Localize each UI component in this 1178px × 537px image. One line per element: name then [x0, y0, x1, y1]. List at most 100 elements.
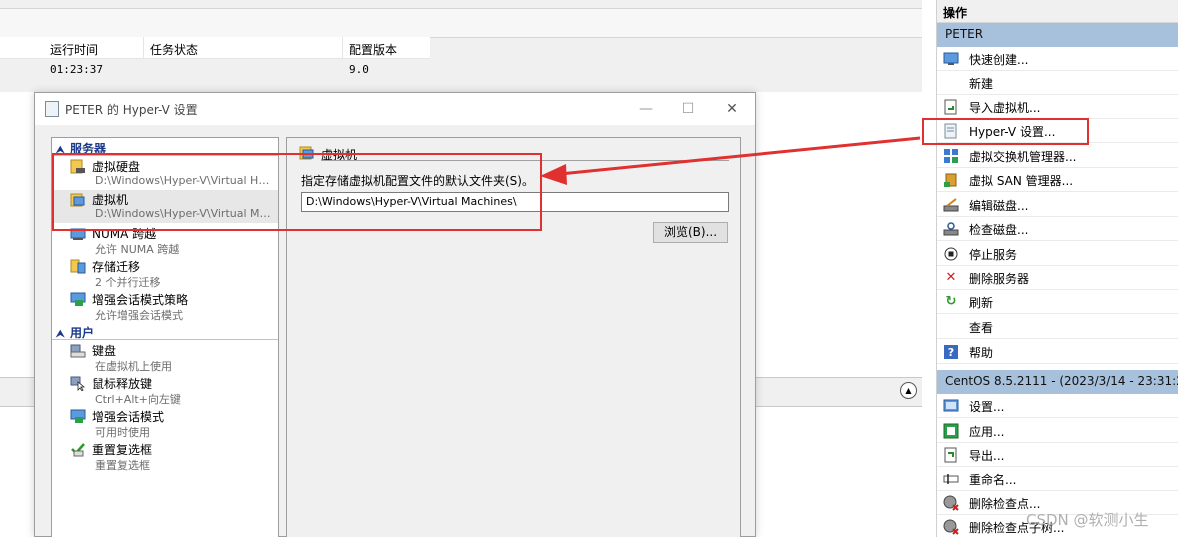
tree-node-keyboard[interactable]: 键盘 在虚拟机上使用: [52, 341, 278, 374]
node-title: 键盘: [92, 344, 117, 358]
maximize-icon[interactable]: ☐: [673, 97, 703, 121]
action-export[interactable]: 导出...: [937, 443, 1178, 467]
column-separator: [143, 37, 144, 59]
new-icon: [943, 75, 959, 91]
svg-text:?: ?: [948, 346, 954, 359]
vm-section-header[interactable]: CentOS 8.5.2111 - (2023/3/14 - 23:31:29): [937, 370, 1178, 394]
virtual-san-icon: [943, 172, 959, 188]
node-subtitle: 重置复选框: [95, 459, 150, 472]
remove-server-icon: ✕: [945, 270, 957, 285]
action-virtual-switch-manager[interactable]: 虚拟交换机管理器...: [937, 144, 1178, 168]
action-label: 应用...: [969, 425, 1005, 439]
tree-node-mouse-release-key[interactable]: 鼠标释放键 Ctrl+Alt+向左键: [52, 374, 278, 407]
virtual-switch-icon: [943, 148, 959, 164]
node-title: 重置复选框: [92, 443, 153, 457]
inspect-disk-icon: [943, 221, 959, 237]
action-label: 导入虚拟机...: [969, 101, 1041, 115]
tree-group-user[interactable]: ⮝ 用户: [52, 324, 278, 340]
minimize-icon[interactable]: —: [631, 97, 661, 121]
action-view[interactable]: 查看: [937, 315, 1178, 339]
column-separator: [342, 37, 343, 59]
action-virtual-san-manager[interactable]: 虚拟 SAN 管理器...: [937, 168, 1178, 192]
settings-window-icon: [45, 101, 59, 117]
node-subtitle: Ctrl+Alt+向左键: [95, 393, 181, 406]
collapse-icon[interactable]: ▲: [900, 382, 917, 399]
enhanced-session-policy-icon: [70, 292, 86, 307]
action-import-vm[interactable]: 导入虚拟机...: [937, 95, 1178, 119]
node-title: 鼠标释放键: [92, 377, 153, 391]
export-icon: [943, 447, 959, 463]
vm-table-header: 运行时间 任务状态 配置版本: [0, 37, 430, 59]
server-section-header[interactable]: PETER: [937, 23, 1178, 47]
view-icon: [943, 319, 959, 335]
dialog-titlebar[interactable]: PETER 的 Hyper-V 设置 — ☐ ✕: [35, 93, 755, 125]
refresh-icon: ↻: [945, 294, 957, 309]
delete-checkpoint-icon: [943, 495, 959, 511]
tree-node-enhanced-session-policy[interactable]: 增强会话模式策略 允许增强会话模式: [52, 290, 278, 323]
tree-node-reset-checkboxes[interactable]: 重置复选框 重置复选框: [52, 440, 278, 473]
action-label: 新建: [969, 77, 994, 91]
action-stop-service[interactable]: 停止服务: [937, 242, 1178, 266]
tree-node-storage-migration[interactable]: 存储迁移 2 个并行迁移: [52, 257, 278, 290]
action-label: 设置...: [969, 400, 1005, 414]
column-uptime[interactable]: 运行时间: [50, 41, 98, 58]
action-label: 编辑磁盘...: [969, 199, 1029, 213]
edit-disk-icon: [943, 197, 959, 213]
node-title: 存储迁移: [92, 260, 141, 274]
node-subtitle: 2 个并行迁移: [95, 276, 161, 289]
node-subtitle: 允许增强会话模式: [95, 309, 183, 322]
group-divider: [52, 339, 278, 340]
action-label: 刷新: [969, 296, 994, 310]
action-help[interactable]: ? 帮助: [937, 340, 1178, 364]
action-rename[interactable]: 重命名...: [937, 467, 1178, 491]
highlight-box-tree: [52, 153, 542, 231]
node-title: 增强会话模式策略: [92, 293, 189, 307]
node-title: 增强会话模式: [92, 410, 165, 424]
action-refresh[interactable]: ↻ 刷新: [937, 290, 1178, 314]
tree-node-enhanced-session[interactable]: 增强会话模式 可用时使用: [52, 407, 278, 440]
dialog-title: PETER 的 Hyper-V 设置: [65, 103, 198, 117]
action-remove-server[interactable]: ✕ 删除服务器: [937, 266, 1178, 290]
column-config-version[interactable]: 配置版本: [349, 41, 397, 58]
vm-table[interactable]: 运行时间 任务状态 配置版本 01:23:37 9.0: [0, 37, 430, 81]
actions-pane: 操作 PETER 快速创建... 新建 导入虚拟机... Hyper-V 设置.…: [936, 0, 1178, 537]
storage-migration-icon: [70, 259, 86, 274]
mouse-release-icon: [70, 376, 86, 391]
action-edit-disk[interactable]: 编辑磁盘...: [937, 193, 1178, 217]
action-label: 检查磁盘...: [969, 223, 1029, 237]
action-apply[interactable]: 应用...: [937, 419, 1178, 443]
watermark: CSDN @软测小生: [1026, 511, 1149, 529]
actions-title: 操作: [937, 0, 1178, 23]
rename-icon: [943, 471, 959, 487]
quick-create-icon: [943, 51, 959, 67]
action-label: 快速创建...: [969, 53, 1029, 67]
column-task-status[interactable]: 任务状态: [150, 41, 198, 58]
browse-button[interactable]: 浏览(B)...: [653, 222, 728, 243]
action-inspect-disk[interactable]: 检查磁盘...: [937, 217, 1178, 241]
action-quick-create[interactable]: 快速创建...: [937, 47, 1178, 71]
highlight-box-hyperv-settings: [922, 118, 1089, 145]
node-subtitle: 可用时使用: [95, 426, 150, 439]
cell-uptime: 01:23:37: [50, 63, 103, 76]
help-icon: ?: [943, 344, 959, 360]
action-label: 帮助: [969, 346, 994, 360]
node-subtitle: 在虚拟机上使用: [95, 360, 172, 373]
action-label: 删除服务器: [969, 272, 1030, 286]
action-label: 导出...: [969, 449, 1005, 463]
reset-checkbox-icon: [70, 442, 86, 457]
action-label: 重命名...: [969, 473, 1017, 487]
cell-config-version: 9.0: [349, 63, 369, 76]
action-new[interactable]: 新建: [937, 71, 1178, 95]
delete-checkpoint-subtree-icon: [943, 519, 959, 535]
table-row[interactable]: 01:23:37 9.0: [0, 59, 430, 81]
action-label: 虚拟交换机管理器...: [969, 150, 1077, 164]
action-vm-settings[interactable]: 设置...: [937, 394, 1178, 418]
group-label: 用户: [70, 326, 95, 340]
action-label: 查看: [969, 321, 994, 335]
apply-icon: [943, 423, 959, 439]
enhanced-session-icon: [70, 409, 86, 424]
action-label: 虚拟 SAN 管理器...: [969, 174, 1074, 188]
keyboard-icon: [70, 343, 86, 358]
vm-settings-icon: [943, 398, 959, 414]
close-icon[interactable]: ✕: [717, 97, 747, 121]
